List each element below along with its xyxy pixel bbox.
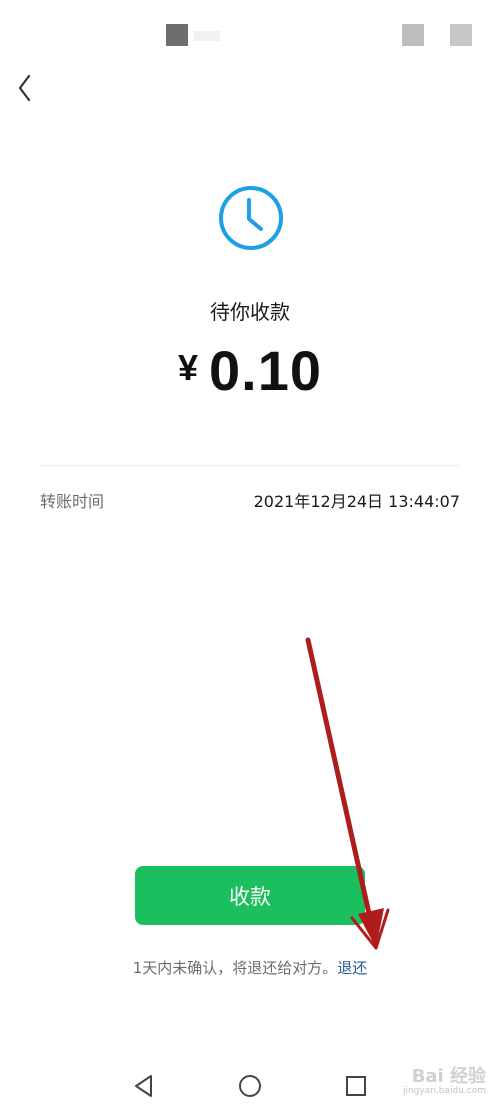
refund-link[interactable]: 退还 bbox=[337, 959, 367, 977]
clock-icon bbox=[219, 186, 283, 250]
divider bbox=[40, 465, 460, 466]
square-recent-icon[interactable] bbox=[342, 1072, 370, 1100]
watermark-url: jingyan.baidu.com bbox=[402, 1086, 486, 1096]
status-bar bbox=[0, 0, 500, 60]
annotation-arrow bbox=[305, 637, 390, 950]
status-bar-signal-icon bbox=[402, 24, 424, 46]
triangle-back-icon[interactable] bbox=[130, 1072, 158, 1100]
refund-note-text: 1天内未确认，将退还给对方。 bbox=[132, 959, 338, 977]
transfer-time-value: 2021年12月24日 13:44:07 bbox=[253, 492, 460, 511]
status-bar-text-blur bbox=[194, 31, 220, 41]
circle-home-icon[interactable] bbox=[236, 1072, 264, 1100]
back-button[interactable] bbox=[12, 70, 42, 106]
status-bar-app-icon bbox=[166, 24, 188, 46]
transfer-time-label: 转账时间 bbox=[40, 492, 105, 511]
status-label: 待你收款 bbox=[210, 300, 290, 324]
status-bar-battery-icon bbox=[450, 24, 472, 46]
refund-note: 1天内未确认，将退还给对方。退还 bbox=[0, 957, 500, 978]
currency-symbol: ¥ bbox=[177, 347, 200, 388]
amount-value: 0.10 bbox=[209, 339, 323, 402]
chevron-left-icon bbox=[18, 74, 31, 102]
receive-button[interactable]: 收款 bbox=[135, 866, 365, 925]
watermark-brand: Bai 经验 bbox=[411, 1066, 486, 1087]
transfer-amount: ¥0.10 bbox=[0, 338, 500, 403]
